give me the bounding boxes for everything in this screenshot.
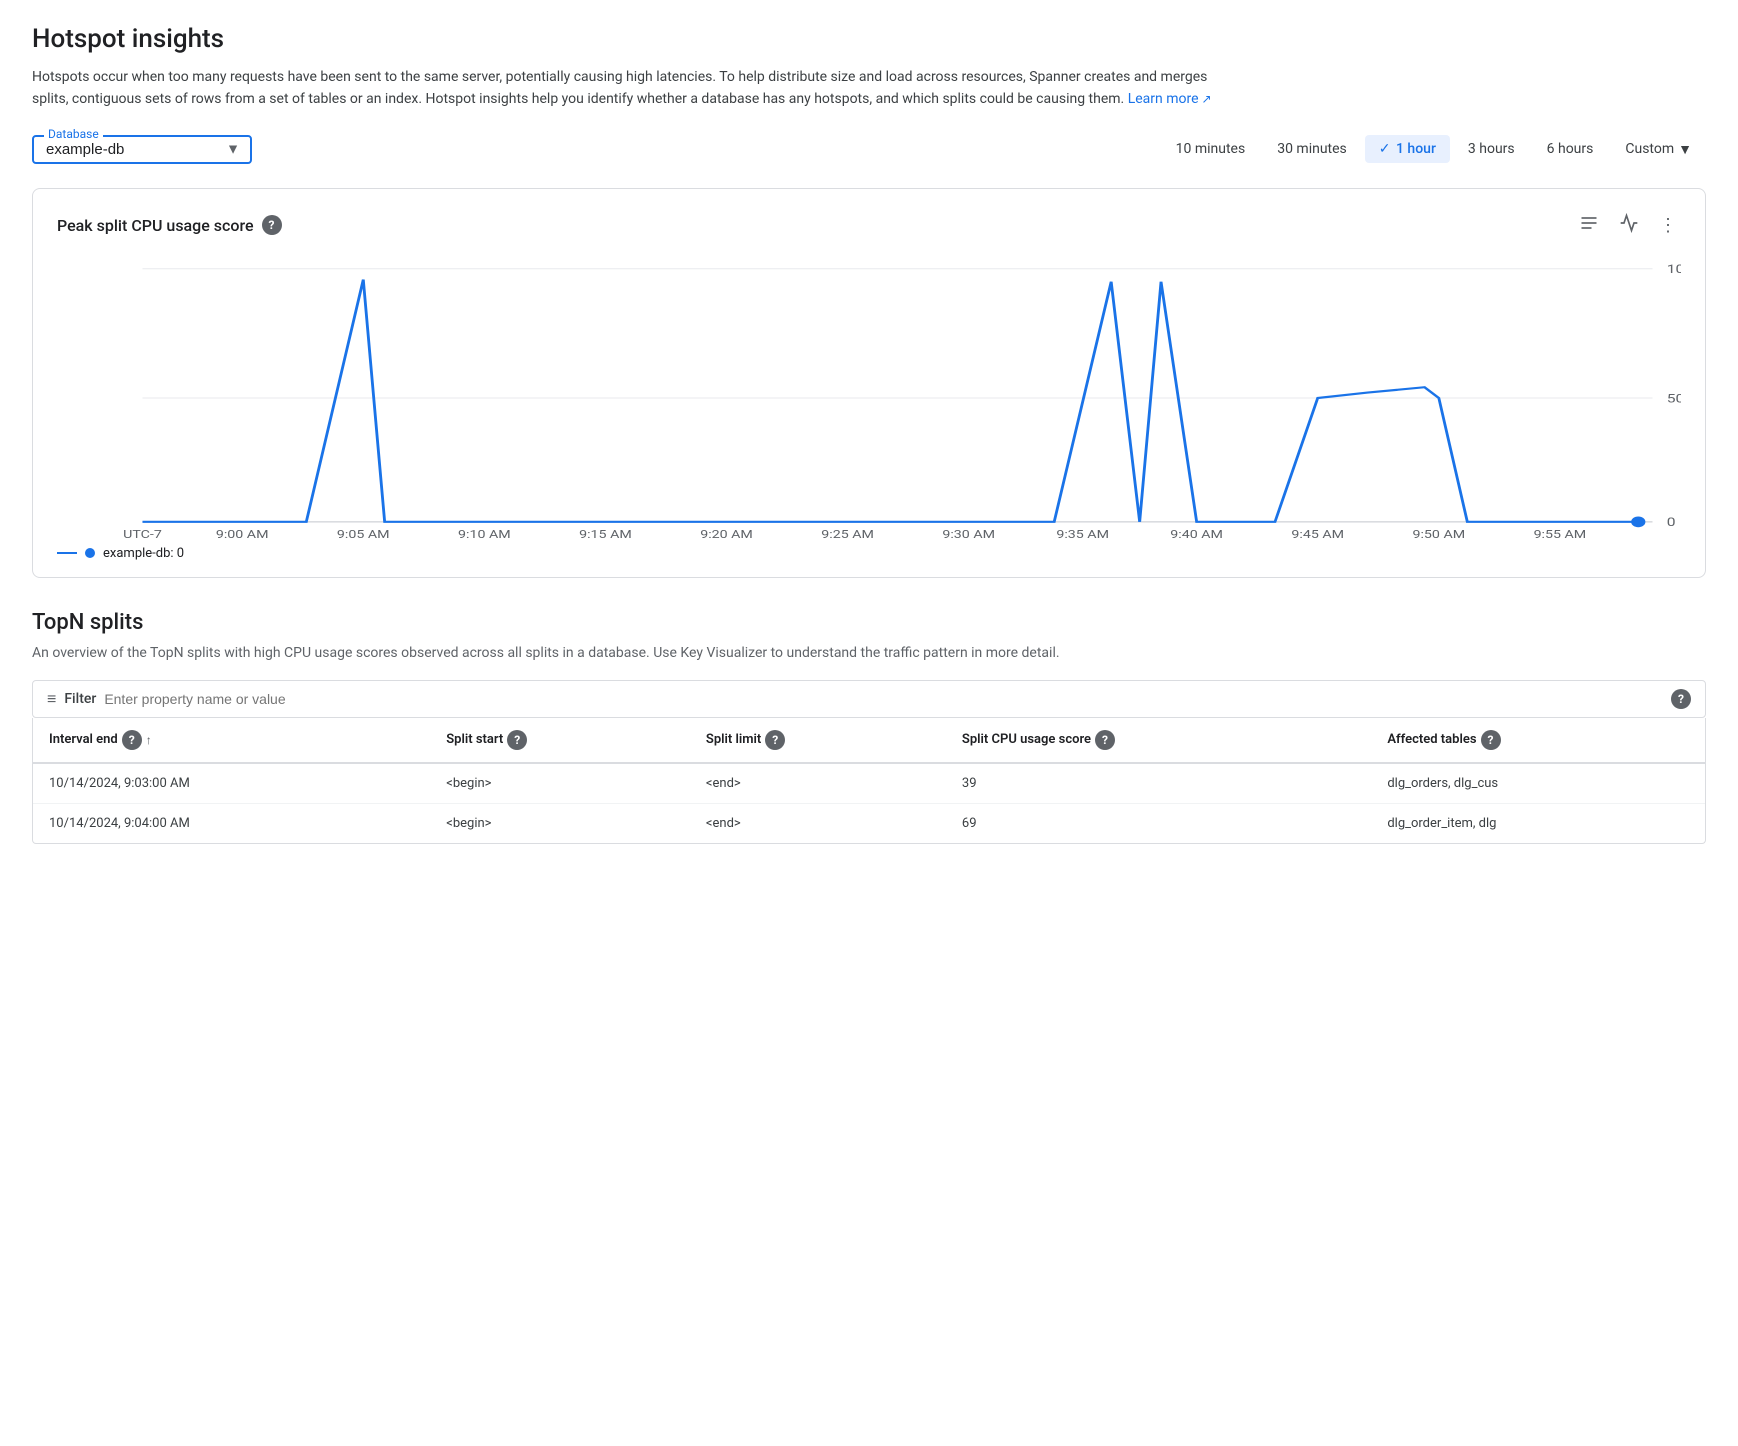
topn-table: Interval end ? ↑ Split start ? Spl [33, 718, 1705, 843]
legend-line-icon [57, 552, 77, 554]
chart-header: Peak split CPU usage score ? ⋮ [57, 209, 1681, 242]
svg-text:9:40 AM: 9:40 AM [1170, 528, 1223, 537]
chart-title: Peak split CPU usage score [57, 216, 254, 235]
svg-text:9:45 AM: 9:45 AM [1291, 528, 1344, 537]
learn-more-link[interactable]: Learn more [1128, 91, 1212, 107]
svg-text:9:55 AM: 9:55 AM [1534, 528, 1587, 537]
legend-dot-icon [85, 548, 95, 558]
col-interval-end-sort-icon[interactable]: ↑ [146, 733, 152, 747]
time-btn-custom[interactable]: Custom ▼ [1611, 135, 1706, 164]
time-btn-30m[interactable]: 30 minutes [1263, 135, 1361, 163]
legend-label: example-db: 0 [103, 546, 184, 561]
topn-title: TopN splits [32, 610, 1706, 635]
database-selector-wrapper: Database example-db ▼ [32, 135, 252, 164]
filter-label: Filter [64, 691, 96, 707]
chart-svg: 100 50 0 UTC-7 9:00 AM 9:05 AM 9:10 AM 9… [57, 258, 1681, 538]
page-title: Hotspot insights [32, 24, 1706, 54]
svg-text:9:05 AM: 9:05 AM [337, 528, 390, 537]
col-affected-tables: Affected tables ? [1371, 718, 1705, 763]
cell-split-start-0: <begin> [430, 763, 690, 804]
svg-text:9:10 AM: 9:10 AM [458, 528, 511, 537]
table-header-row: Interval end ? ↑ Split start ? Spl [33, 718, 1705, 763]
col-affected-tables-help[interactable]: ? [1481, 730, 1501, 750]
svg-text:UTC-7: UTC-7 [123, 528, 162, 537]
time-btn-1h-checkmark: ✓ [1379, 141, 1391, 157]
svg-text:9:20 AM: 9:20 AM [700, 528, 753, 537]
col-cpu-score-help[interactable]: ? [1095, 730, 1115, 750]
chart-actions: ⋮ [1575, 209, 1681, 242]
filter-input[interactable] [104, 691, 404, 707]
time-btn-6h[interactable]: 6 hours [1533, 135, 1608, 163]
filter-icon: ≡ [47, 689, 56, 709]
col-split-start: Split start ? [430, 718, 690, 763]
time-btn-1h[interactable]: ✓ 1 hour [1365, 135, 1450, 163]
controls-row: Database example-db ▼ 10 minutes 30 minu… [32, 135, 1706, 164]
topn-section: TopN splits An overview of the TopN spli… [32, 610, 1706, 844]
chart-legend-toggle-button[interactable] [1575, 209, 1603, 242]
svg-text:9:50 AM: 9:50 AM [1412, 528, 1465, 537]
col-split-limit-help[interactable]: ? [765, 730, 785, 750]
table-row: 10/14/2024, 9:03:00 AM <begin> <end> 39 … [33, 763, 1705, 804]
svg-text:0: 0 [1667, 516, 1676, 530]
time-btn-10m[interactable]: 10 minutes [1162, 135, 1260, 163]
svg-text:9:25 AM: 9:25 AM [821, 528, 874, 537]
table-row: 10/14/2024, 9:04:00 AM <begin> <end> 69 … [33, 803, 1705, 843]
filter-bar: ≡ Filter ? [32, 680, 1706, 718]
col-interval-end-help[interactable]: ? [122, 730, 142, 750]
chart-help-icon[interactable]: ? [262, 215, 282, 235]
col-split-limit: Split limit ? [690, 718, 946, 763]
database-label: Database [44, 127, 103, 141]
cell-split-start-1: <begin> [430, 803, 690, 843]
chart-annotate-button[interactable] [1615, 209, 1643, 242]
chart-legend: example-db: 0 [57, 546, 1681, 561]
cell-interval-end-1: 10/14/2024, 9:04:00 AM [33, 803, 430, 843]
cell-interval-end-0: 10/14/2024, 9:03:00 AM [33, 763, 430, 804]
col-split-start-help[interactable]: ? [507, 730, 527, 750]
cell-split-limit-0: <end> [690, 763, 946, 804]
database-select[interactable]: example-db [46, 141, 238, 158]
filter-help-icon[interactable]: ? [1671, 689, 1691, 709]
custom-chevron-icon: ▼ [1678, 141, 1692, 158]
col-interval-end: Interval end ? ↑ [33, 718, 430, 763]
cell-split-limit-1: <end> [690, 803, 946, 843]
svg-text:9:15 AM: 9:15 AM [579, 528, 632, 537]
table-wrapper: Interval end ? ↑ Split start ? Spl [32, 718, 1706, 844]
chart-title-row: Peak split CPU usage score ? [57, 215, 282, 235]
cell-cpu-score-1: 69 [946, 803, 1371, 843]
svg-text:9:30 AM: 9:30 AM [942, 528, 995, 537]
cell-affected-tables-1: dlg_order_item, dlg [1371, 803, 1705, 843]
filter-left: ≡ Filter [47, 689, 404, 709]
cell-affected-tables-0: dlg_orders, dlg_cus [1371, 763, 1705, 804]
time-range-group: 10 minutes 30 minutes ✓ 1 hour 3 hours 6… [1162, 135, 1706, 164]
chart-more-button[interactable]: ⋮ [1655, 211, 1681, 240]
chart-area: 100 50 0 UTC-7 9:00 AM 9:05 AM 9:10 AM 9… [57, 258, 1681, 538]
col-cpu-score: Split CPU usage score ? [946, 718, 1371, 763]
svg-text:50: 50 [1667, 392, 1681, 406]
time-btn-3h[interactable]: 3 hours [1454, 135, 1529, 163]
page-description: Hotspots occur when too many requests ha… [32, 66, 1212, 111]
cell-cpu-score-0: 39 [946, 763, 1371, 804]
svg-text:9:35 AM: 9:35 AM [1056, 528, 1109, 537]
topn-desc: An overview of the TopN splits with high… [32, 643, 1706, 664]
svg-text:9:00 AM: 9:00 AM [216, 528, 269, 537]
chart-card: Peak split CPU usage score ? ⋮ [32, 188, 1706, 578]
svg-text:100: 100 [1667, 263, 1681, 277]
